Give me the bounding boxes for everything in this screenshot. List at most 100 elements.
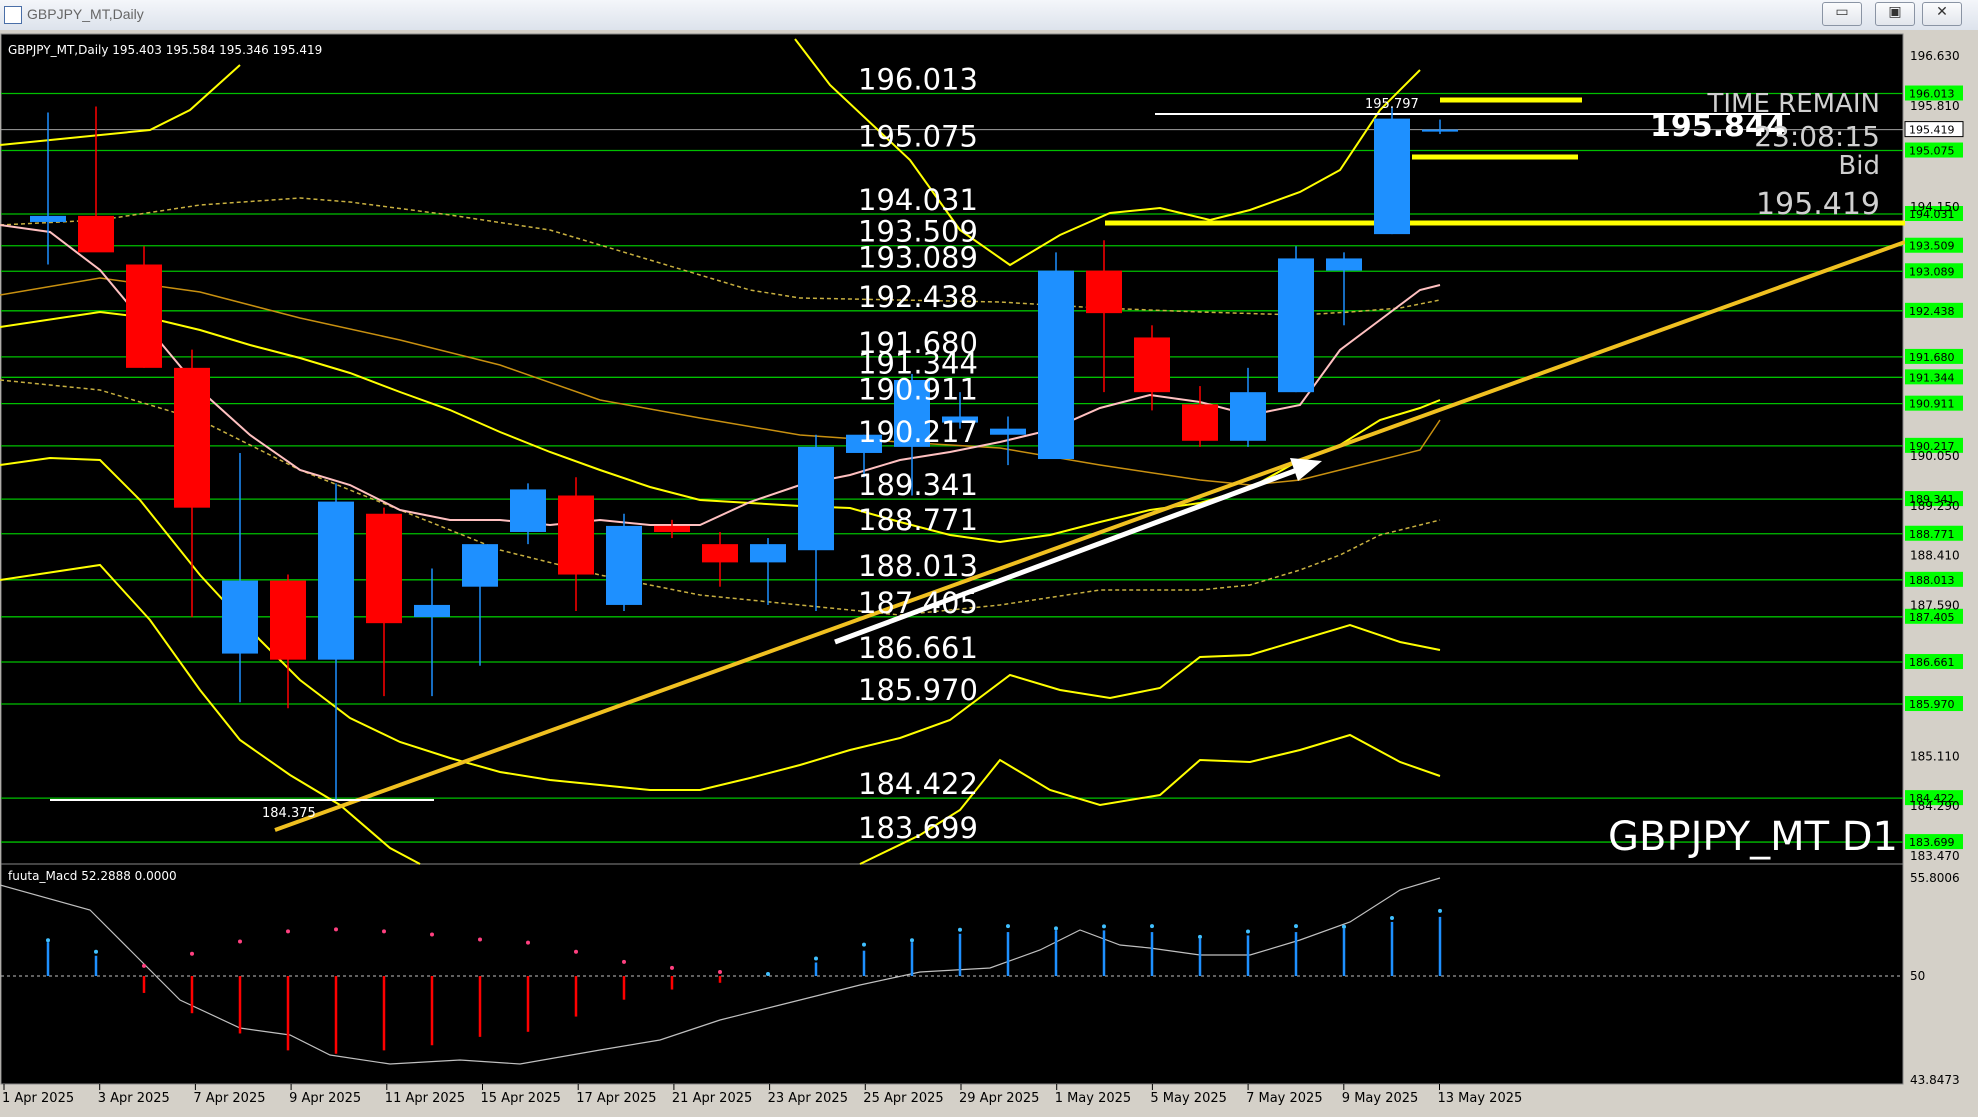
restore-button[interactable]: ▣ [1875, 2, 1915, 26]
price-axis-tick: 194.150 [1910, 200, 1960, 214]
macd-signal-dot [958, 927, 962, 932]
candle-body [558, 495, 594, 575]
time-axis-tick: 11 Apr 2025 [385, 1091, 465, 1106]
time-remain-value: 23:08:15 [1754, 120, 1880, 153]
level-label: 188.013 [858, 549, 978, 583]
candle-body [1182, 404, 1218, 441]
macd-signal-dot [286, 929, 290, 934]
macd-signal-dot [382, 929, 386, 934]
level-axis-tag-text: 183.699 [1909, 836, 1955, 849]
candle-body [222, 580, 258, 654]
level-axis-tag-text: 191.344 [1909, 371, 1955, 384]
candle-body [318, 501, 354, 660]
macd-axis-tick: 55.8006 [1910, 871, 1960, 885]
level-axis-tag-text: 191.680 [1909, 351, 1955, 364]
chart-area[interactable]: 55.8006 50 43.8473 196.013 195.075 194.031 19… [0, 30, 1978, 1113]
time-axis-tick: 23 Apr 2025 [768, 1091, 848, 1106]
macd-signal-dot [1054, 926, 1058, 931]
macd-signal-dot [1006, 924, 1010, 929]
bid-label: Bid [1838, 151, 1880, 181]
candle-body [30, 215, 66, 222]
macd-signal-dot [814, 956, 818, 961]
time-axis-tick: 15 Apr 2025 [481, 1091, 561, 1106]
level-label: 183.699 [858, 811, 978, 845]
candle-body [366, 513, 402, 624]
price-axis-tick: 189.230 [1910, 499, 1960, 513]
macd-signal-dot [142, 963, 146, 968]
price-axis-tick: 196.630 [1910, 49, 1960, 63]
level-axis-tag-text: 185.970 [1909, 698, 1955, 711]
macd-signal-dot [1246, 929, 1250, 934]
candle-body [270, 580, 306, 660]
level-label: 193.089 [858, 240, 978, 274]
time-axis-tick: 5 May 2025 [1150, 1091, 1227, 1106]
candle-body [510, 489, 546, 532]
candle-body [1230, 392, 1266, 441]
level-label: 194.031 [858, 183, 978, 217]
macd-signal-dot [766, 972, 770, 977]
price-axis-tick: 185.110 [1910, 749, 1960, 763]
candle-body [1278, 258, 1314, 393]
level-label: 190.217 [858, 415, 978, 449]
symbol-watermark: GBPJPY_MT D1 [1608, 814, 1898, 860]
candle-body [414, 604, 450, 618]
macd-signal-dot [862, 942, 866, 947]
level-label: 196.013 [858, 63, 978, 97]
current-price-tag-text: 195.419 [1909, 124, 1955, 137]
level-label: 195.075 [858, 120, 978, 154]
minimize-button[interactable]: ▭ [1822, 2, 1862, 26]
candle-body [654, 525, 690, 532]
macd-signal-dot [478, 937, 482, 942]
candle-body [1038, 270, 1074, 460]
time-axis-tick: 9 Apr 2025 [289, 1091, 361, 1106]
macd-signal-dot [526, 940, 530, 945]
level-label: 185.970 [858, 673, 978, 707]
time-axis-tick: 3 Apr 2025 [98, 1091, 170, 1106]
level-axis-tag-text: 195.075 [1909, 145, 1955, 158]
candle-body [702, 544, 738, 563]
level-axis-tag-text: 190.911 [1909, 398, 1955, 411]
candle-body [1326, 258, 1362, 271]
close-icon: ✕ [1936, 4, 1948, 20]
level-label: 188.771 [858, 503, 978, 537]
chart-info-line: GBPJPY_MT,Daily 195.403 195.584 195.346 … [8, 43, 322, 57]
time-axis-tick: 25 Apr 2025 [863, 1091, 943, 1106]
time-axis-tick: 9 May 2025 [1342, 1091, 1419, 1106]
window-titlebar[interactable]: GBPJPY_MT,Daily ▭ ▣ ✕ [0, 0, 1978, 31]
high-price-marker: 195.797 [1365, 97, 1419, 112]
price-axis-tick: 188.410 [1910, 549, 1960, 563]
level-label: 189.341 [858, 468, 978, 502]
macd-axis-tick: 43.8473 [1910, 1073, 1960, 1087]
macd-signal-dot [622, 959, 626, 964]
candle-body [1374, 118, 1410, 235]
time-axis-tick: 29 Apr 2025 [959, 1091, 1039, 1106]
macd-signal-dot [1198, 934, 1202, 939]
level-axis-tag-text: 187.405 [1909, 611, 1955, 624]
time-axis-tick: 1 May 2025 [1055, 1091, 1132, 1106]
macd-signal-dot [1390, 915, 1394, 920]
macd-signal-dot [910, 938, 914, 943]
time-axis-tick: 7 Apr 2025 [193, 1091, 265, 1106]
close-button[interactable]: ✕ [1922, 2, 1962, 26]
price-chart[interactable]: 55.8006 50 43.8473 196.013 195.075 194.031 19… [0, 30, 1978, 1113]
time-axis-tick: 1 Apr 2025 [2, 1091, 74, 1106]
level-axis-tag-text: 188.013 [1909, 574, 1955, 587]
macd-signal-dot [1342, 924, 1346, 929]
level-axis-tag-text: 186.661 [1909, 656, 1955, 669]
minimize-icon: ▭ [1835, 4, 1849, 20]
level-label: 186.661 [858, 631, 978, 665]
level-label: 184.422 [858, 767, 978, 801]
price-axis-tick: 183.470 [1910, 849, 1960, 863]
time-axis-tick: 21 Apr 2025 [672, 1091, 752, 1106]
restore-icon: ▣ [1888, 4, 1902, 20]
macd-signal-dot [190, 951, 194, 956]
candle-body [126, 264, 162, 368]
candle-body [1422, 129, 1458, 132]
level-axis-tag-text: 192.438 [1909, 305, 1955, 318]
candle-body [798, 446, 834, 551]
macd-signal-dot [1102, 924, 1106, 929]
macd-axis-tick: 50 [1910, 969, 1925, 983]
time-axis-tick: 13 May 2025 [1438, 1091, 1523, 1106]
macd-signal-dot [430, 932, 434, 937]
price-axis-tick: 184.290 [1910, 799, 1960, 813]
